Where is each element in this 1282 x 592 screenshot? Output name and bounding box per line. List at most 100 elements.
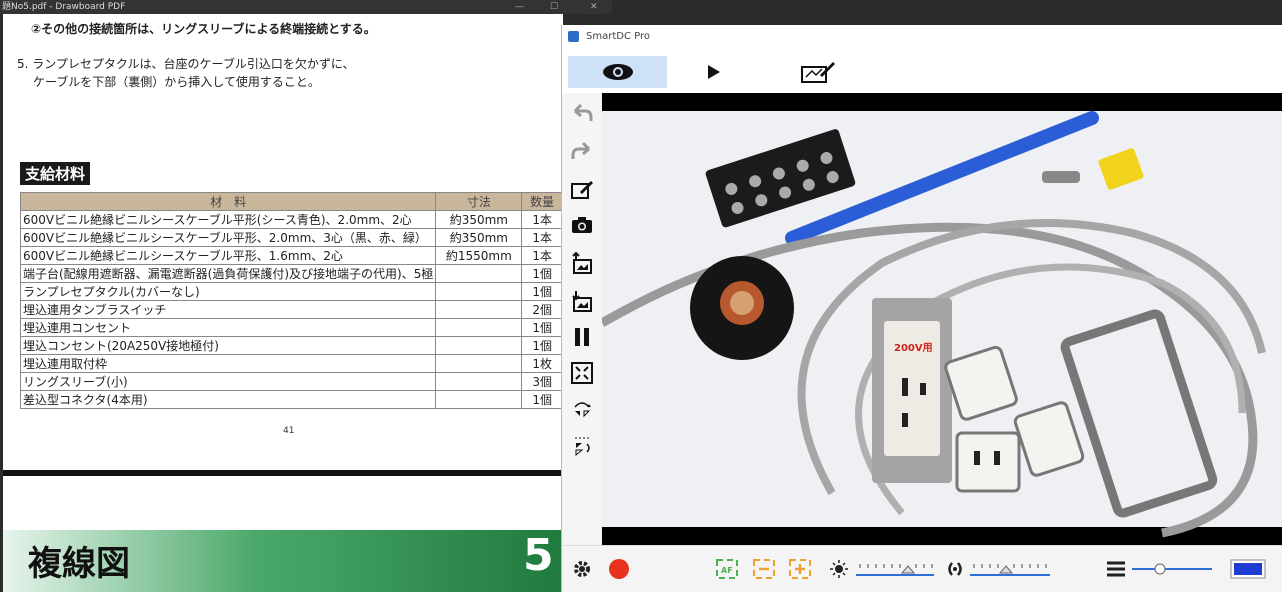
dimension-cell [435, 282, 523, 301]
camera-feed[interactable]: 200V用 [599, 93, 1282, 545]
material-cell: 埋込コンセント(20A250V接地極付) [19, 336, 437, 355]
sun-icon [830, 560, 848, 578]
quantity-cell: 1本 [521, 228, 563, 247]
connection-note: ②その他の接続箇所は、リングスリーブによる終端接続とする。 [31, 22, 376, 36]
tab-playback[interactable] [674, 56, 754, 88]
quantity-cell: 1本 [521, 246, 563, 265]
pause-button[interactable] [568, 323, 596, 351]
outlet-200v: 200V用 [872, 298, 952, 483]
quantity-cell: 1個 [521, 264, 563, 283]
tab-annotate[interactable] [768, 56, 868, 88]
quantity-cell: 3個 [521, 372, 563, 391]
material-cell: 600Vビニル絶縁ビニルシースケーブル平形(シース青色)、2.0mm、2心 [19, 210, 437, 229]
pdf-next-page: 複線図 5 [3, 476, 563, 592]
dimension-cell [435, 372, 523, 391]
col-header-quantity: 数量 [521, 192, 563, 211]
table-row: 差込型コネクタ(4本用) 1個 [19, 390, 563, 409]
supply-materials-heading: 支給材料 [20, 162, 91, 185]
table-row: 埋込連用タンブラスイッチ 2個 [19, 300, 563, 319]
menu-lines-icon [1107, 561, 1125, 577]
capture-button[interactable] [568, 211, 596, 239]
redo-icon [571, 141, 591, 159]
col-header-dimension: 寸法 [435, 192, 523, 211]
image-import-icon [572, 252, 592, 274]
play-icon [708, 65, 720, 79]
outlet-small [955, 431, 1021, 493]
pause-icon [575, 328, 589, 346]
color-swatch-icon [1230, 559, 1266, 579]
fullscreen-button[interactable] [568, 359, 596, 387]
image-export-icon [572, 291, 592, 312]
maximize-icon[interactable]: ☐ [550, 0, 558, 14]
quantity-cell: 1本 [521, 210, 563, 229]
flip-horizontal-icon [575, 437, 590, 456]
record-button[interactable] [608, 558, 630, 580]
quantity-cell: 2個 [521, 300, 563, 319]
material-cell: 埋込連用タンブラスイッチ [19, 300, 437, 319]
pdf-viewer-window: 題No5.pdf - Drawboard PDF — ☐ ✕ ②その他の接続箇所… [0, 0, 612, 592]
dimension-cell: 約350mm [435, 210, 523, 229]
pen-board-icon [571, 181, 593, 199]
zoom-out-button[interactable] [752, 558, 776, 580]
undo-icon [573, 103, 593, 121]
autofocus-button[interactable]: AF [715, 558, 739, 580]
ring-sleeves [1042, 171, 1080, 183]
record-icon [609, 559, 629, 579]
dimension-cell [435, 390, 523, 409]
table-row: 600Vビニル絶縁ビニルシースケーブル平形(シース青色)、2.0mm、2心 約35… [19, 210, 563, 229]
material-cell: 600Vビニル絶縁ビニルシースケーブル平形、1.6mm、2心 [19, 246, 437, 265]
svg-text:AF: AF [721, 566, 733, 575]
tab-live-preview[interactable] [568, 56, 667, 88]
quantity-cell: 1個 [521, 282, 563, 301]
brightness-control[interactable] [830, 558, 936, 580]
quantity-cell: 1個 [521, 336, 563, 355]
zoom-out-icon [753, 559, 775, 579]
material-cell: 埋込連用取付枠 [19, 354, 437, 373]
app-logo-icon [568, 31, 579, 42]
materials-table: 材 料 寸法 数量 600Vビニル絶縁ビニルシースケーブル平形(シース青色)、2… [19, 192, 563, 409]
contrast-icon [948, 562, 962, 576]
table-row: 600Vビニル絶縁ビニルシースケーブル平形、1.6mm、2心 約1550mm 1本 [19, 246, 563, 265]
draw-tool-button[interactable] [568, 175, 596, 203]
color-picker-button[interactable] [1230, 558, 1266, 580]
pdf-window-title: 題No5.pdf - Drawboard PDF [2, 2, 126, 12]
dimension-cell [435, 318, 523, 337]
material-cell: 差込型コネクタ(4本用) [19, 390, 437, 409]
flip-vertical-button[interactable] [568, 395, 596, 423]
outlet-label: 200V用 [894, 342, 933, 354]
pdf-page: ②その他の接続箇所は、リングスリーブによる終端接続とする。 5. ランプレセプタ… [3, 14, 563, 470]
item5-line1: 5. ランプレセプタクルは、台座のケーブル引込口を欠かずに、 [17, 57, 355, 71]
flip-horizontal-button[interactable] [568, 431, 596, 459]
settings-button[interactable] [572, 558, 592, 580]
minimize-icon[interactable]: — [515, 0, 524, 14]
contrast-control[interactable] [946, 558, 1052, 580]
table-row: ランプレセプタクル(カバーなし) 1個 [19, 282, 563, 301]
zoom-in-button[interactable] [788, 558, 812, 580]
autofocus-icon: AF [716, 559, 738, 579]
redo-button[interactable] [568, 137, 596, 165]
import-image-button[interactable] [568, 249, 596, 277]
flip-vertical-icon [574, 402, 591, 418]
dimension-cell [435, 336, 523, 355]
table-row: 埋込連用コンセント 1個 [19, 318, 563, 337]
table-row: リングスリーブ(小) 3個 [19, 372, 563, 391]
smartdc-window-title: SmartDC Pro [586, 31, 650, 42]
export-image-button[interactable] [568, 287, 596, 315]
undo-button[interactable] [568, 99, 596, 127]
camera-image: 200V用 [599, 111, 1282, 538]
item5-line2: ケーブルを下部（裏側）から挿入して使用すること。 [33, 75, 320, 89]
quantity-cell: 1枚 [521, 354, 563, 373]
camera-icon [572, 217, 592, 233]
side-toolbar [562, 93, 602, 545]
contrast-slider [948, 562, 1050, 576]
table-row: 端子台(配線用遮断器、漏電遮断器(過負荷保護付)及び接地端子の代用)、5極 1個 [19, 264, 563, 283]
smartdc-window: SmartDC Pro 200V用 AF [561, 25, 1282, 592]
smartdc-title-bar: SmartDC Pro [562, 25, 1282, 49]
section-title: 複線図 [28, 544, 130, 584]
col-header-material: 材 料 [19, 192, 437, 211]
annotate-board-icon [801, 62, 835, 83]
table-row: 埋込コンセント(20A250V接地極付) 1個 [19, 336, 563, 355]
close-icon[interactable]: ✕ [590, 0, 598, 14]
line-width-control[interactable] [1106, 558, 1214, 580]
zoom-in-icon [789, 559, 811, 579]
